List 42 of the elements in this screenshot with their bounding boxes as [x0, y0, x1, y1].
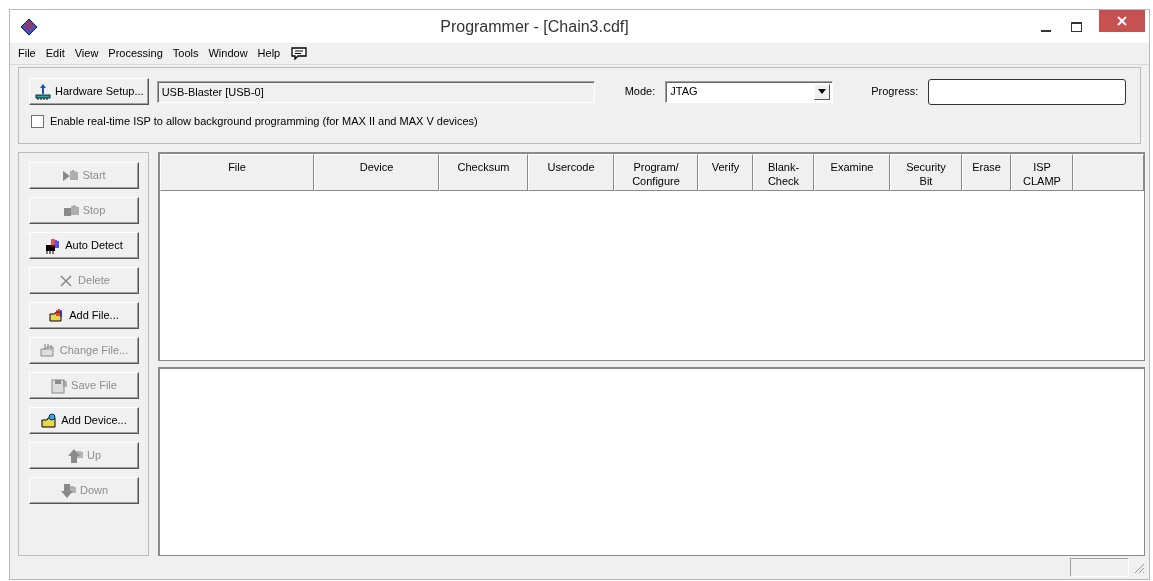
column-header[interactable]: Security Bit — [890, 154, 962, 191]
column-header[interactable]: Verify — [698, 154, 753, 191]
menu-item[interactable]: Window — [203, 45, 253, 62]
column-header[interactable]: File — [160, 154, 314, 191]
floppy-disk-icon — [51, 377, 69, 394]
column-header[interactable]: Program/ Configure — [614, 154, 698, 191]
column-header[interactable]: Blank- Check — [753, 154, 814, 191]
column-header[interactable]: Erase — [962, 154, 1011, 191]
menu-item[interactable]: Tools — [167, 45, 204, 62]
menu-item[interactable]: File — [13, 45, 41, 62]
up-arrow-icon — [66, 447, 84, 464]
mode-label: Mode: — [624, 84, 656, 100]
column-header[interactable]: Checksum — [439, 154, 528, 191]
speech-bubble-icon[interactable] — [291, 46, 308, 61]
toolbar-button[interactable]: Auto Detect — [29, 232, 139, 259]
minimize-icon — [1041, 29, 1051, 32]
column-header[interactable]: ISP CLAMP — [1011, 154, 1073, 191]
menu-item[interactable]: Processing — [103, 45, 168, 62]
close-icon — [1117, 16, 1127, 26]
column-header[interactable]: Examine — [814, 154, 890, 191]
toolbar-button[interactable]: Add Device... — [29, 407, 139, 434]
column-header[interactable]: Usercode — [528, 154, 614, 191]
progress-label: Progress: — [871, 84, 919, 100]
hardware-field: USB-Blaster [USB-0] — [156, 80, 595, 103]
status-field — [1070, 558, 1129, 577]
app-logo-icon — [20, 17, 38, 36]
hardware-icon — [34, 82, 52, 101]
down-arrow-icon — [59, 482, 77, 499]
checkbox[interactable] — [31, 114, 44, 128]
toolbar-button[interactable]: Add File... — [29, 302, 139, 329]
mode-dropdown[interactable]: JTAG — [665, 80, 834, 103]
dropdown-arrow-icon — [818, 89, 827, 94]
resize-grip-icon — [1133, 561, 1145, 574]
maximize-icon — [1070, 21, 1082, 32]
hardware-setup-button[interactable]: Hardware Setup... — [29, 78, 149, 105]
close-button[interactable] — [1099, 10, 1145, 32]
menu-item[interactable]: Help — [252, 45, 286, 62]
menu-item[interactable]: View — [69, 45, 104, 62]
column-header[interactable]: Device — [314, 154, 439, 191]
checkbox-label: Enable real-time ISP to allow background programming (for MAX II and MAX V devices) — [50, 114, 478, 129]
window-title: Programmer - [Chain3.cdf] — [439, 16, 630, 37]
menu-item[interactable]: Edit — [40, 45, 70, 62]
